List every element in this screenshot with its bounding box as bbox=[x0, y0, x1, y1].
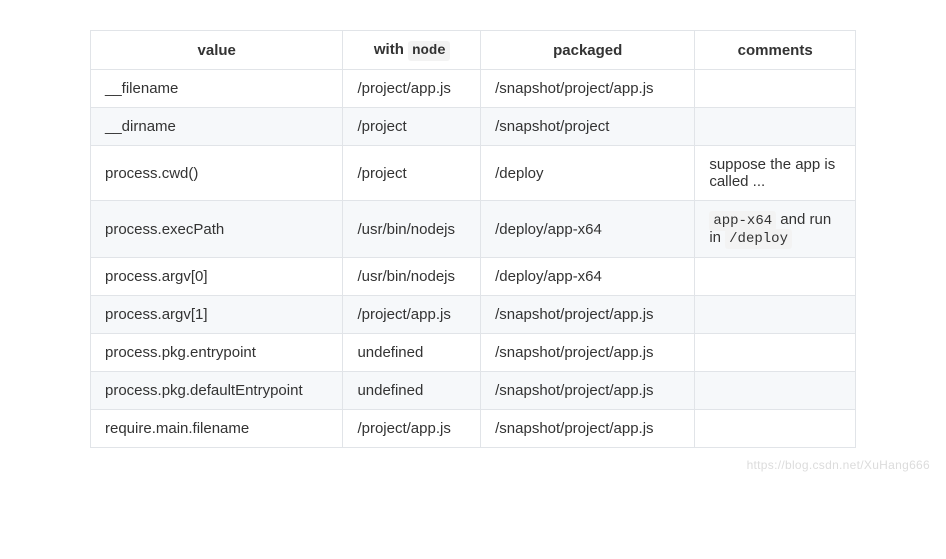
col-header-node-code: node bbox=[408, 41, 450, 61]
table-row: process.cwd() /project /deploy suppose t… bbox=[91, 146, 856, 201]
col-header-value: value bbox=[91, 31, 343, 70]
cell-node: /project/app.js bbox=[343, 296, 481, 334]
table-header-row: value with node packaged comments bbox=[91, 31, 856, 70]
cell-value: __dirname bbox=[91, 108, 343, 146]
cell-comments bbox=[695, 108, 856, 146]
table-row: __filename /project/app.js /snapshot/pro… bbox=[91, 70, 856, 108]
cell-node: /project/app.js bbox=[343, 70, 481, 108]
table-row: require.main.filename /project/app.js /s… bbox=[91, 410, 856, 448]
cell-comments bbox=[695, 410, 856, 448]
table-row: __dirname /project /snapshot/project bbox=[91, 108, 856, 146]
cell-value: process.pkg.entrypoint bbox=[91, 334, 343, 372]
cell-comments bbox=[695, 258, 856, 296]
cell-comments: suppose the app is called ... bbox=[695, 146, 856, 201]
cell-value: process.cwd() bbox=[91, 146, 343, 201]
cell-value: process.argv[0] bbox=[91, 258, 343, 296]
cell-packaged: /snapshot/project/app.js bbox=[481, 410, 695, 448]
cell-packaged: /deploy/app-x64 bbox=[481, 201, 695, 258]
table-row: process.argv[0] /usr/bin/nodejs /deploy/… bbox=[91, 258, 856, 296]
cell-node: /project bbox=[343, 108, 481, 146]
cell-comments bbox=[695, 334, 856, 372]
col-header-packaged: packaged bbox=[481, 31, 695, 70]
cell-node: /project/app.js bbox=[343, 410, 481, 448]
table-row: process.argv[1] /project/app.js /snapsho… bbox=[91, 296, 856, 334]
col-header-with-pre: with bbox=[374, 41, 408, 58]
cell-packaged: /snapshot/project/app.js bbox=[481, 372, 695, 410]
cell-packaged: /deploy/app-x64 bbox=[481, 258, 695, 296]
table-row: process.pkg.entrypoint undefined /snapsh… bbox=[91, 334, 856, 372]
cell-comments-code2: /deploy bbox=[725, 229, 792, 249]
cell-comments: app-x64 and run in /deploy bbox=[695, 201, 856, 258]
cell-packaged: /snapshot/project/app.js bbox=[481, 296, 695, 334]
table-row: process.execPath /usr/bin/nodejs /deploy… bbox=[91, 201, 856, 258]
cell-packaged: /deploy bbox=[481, 146, 695, 201]
cell-node: undefined bbox=[343, 334, 481, 372]
cell-node: /usr/bin/nodejs bbox=[343, 258, 481, 296]
cell-value: process.pkg.defaultEntrypoint bbox=[91, 372, 343, 410]
cell-packaged: /snapshot/project/app.js bbox=[481, 334, 695, 372]
watermark: https://blog.csdn.net/XuHang666 bbox=[747, 458, 930, 472]
cell-value: __filename bbox=[91, 70, 343, 108]
cell-comments bbox=[695, 296, 856, 334]
cell-node: undefined bbox=[343, 372, 481, 410]
cell-comments-code1: app-x64 bbox=[709, 211, 776, 231]
cell-packaged: /snapshot/project/app.js bbox=[481, 70, 695, 108]
cell-value: process.argv[1] bbox=[91, 296, 343, 334]
cell-comments bbox=[695, 372, 856, 410]
col-header-comments: comments bbox=[695, 31, 856, 70]
cell-node: /project bbox=[343, 146, 481, 201]
cell-comments bbox=[695, 70, 856, 108]
cell-node: /usr/bin/nodejs bbox=[343, 201, 481, 258]
cell-packaged: /snapshot/project bbox=[481, 108, 695, 146]
cell-value: process.execPath bbox=[91, 201, 343, 258]
col-header-with-node: with node bbox=[343, 31, 481, 70]
cell-value: require.main.filename bbox=[91, 410, 343, 448]
paths-table: value with node packaged comments __file… bbox=[90, 30, 856, 448]
table-row: process.pkg.defaultEntrypoint undefined … bbox=[91, 372, 856, 410]
